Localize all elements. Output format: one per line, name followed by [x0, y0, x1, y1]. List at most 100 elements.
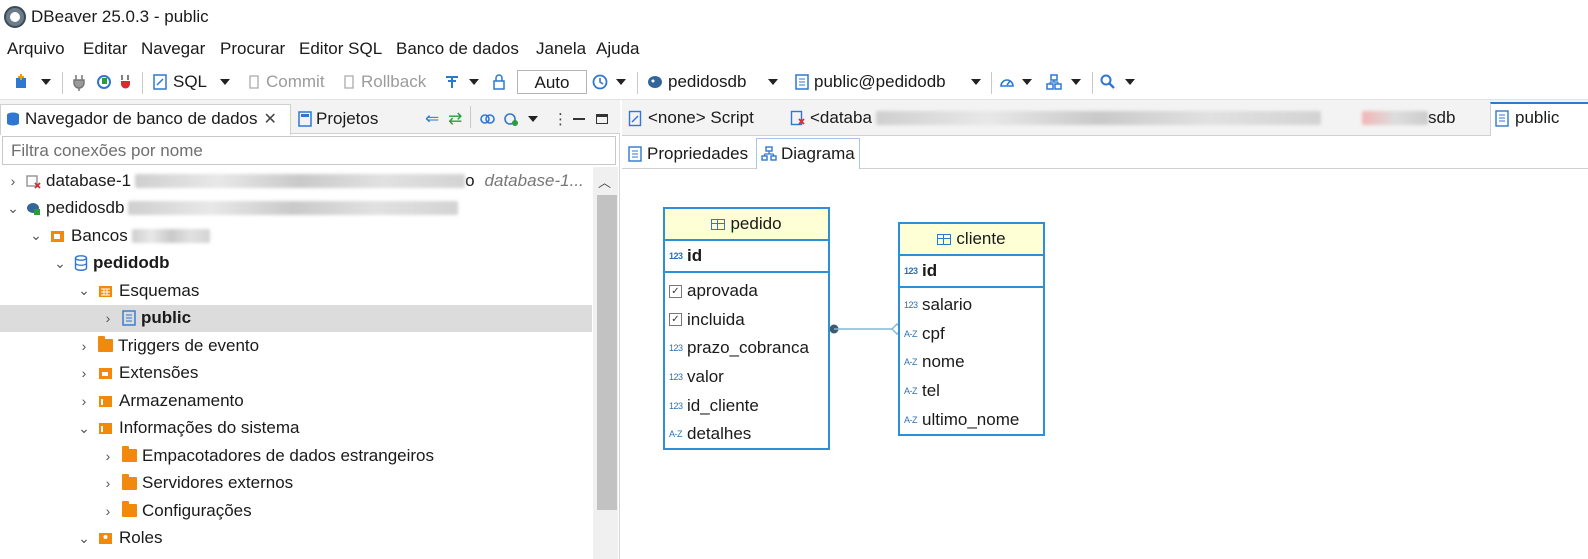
commit-button[interactable]: Commit — [246, 71, 325, 93]
scroll-up-icon[interactable]: ︿ — [598, 172, 611, 191]
entity-primary-key[interactable]: 123 id — [900, 256, 1043, 288]
collapse-all-button[interactable]: ⇐ — [425, 106, 439, 132]
chevron-down-icon[interactable]: ⌄ — [76, 282, 92, 299]
transaction-icon — [446, 76, 458, 88]
er-diagram-button[interactable] — [1045, 71, 1063, 93]
view-menu-dropdown[interactable] — [528, 106, 538, 132]
menu-procurar[interactable]: Procurar — [220, 39, 285, 59]
menu-arquivo[interactable]: Arquivo — [7, 39, 65, 59]
tab-navegador[interactable]: Navegador de banco de dados ✕ — [5, 106, 277, 132]
tree-node-empacotadores[interactable]: › Empacotadores de dados estrangeiros — [0, 442, 592, 469]
chevron-down-icon[interactable]: ⌄ — [52, 255, 68, 272]
er-dropdown[interactable] — [1071, 71, 1081, 93]
tree-node-extensoes[interactable]: › Extensões — [0, 360, 592, 387]
entity-primary-key[interactable]: 123 id — [665, 241, 828, 273]
maximize-button[interactable] — [596, 106, 608, 132]
filter-config-button[interactable] — [502, 106, 520, 132]
tab-diagrama[interactable]: Diagrama — [756, 138, 860, 169]
chevron-right-icon[interactable]: › — [100, 503, 116, 519]
new-connection-button[interactable] — [12, 71, 32, 93]
history-button[interactable] — [591, 71, 609, 93]
sql-editor-button[interactable]: SQL — [152, 71, 207, 93]
menu-editor-sql[interactable]: Editor SQL — [299, 39, 382, 59]
schema-selector[interactable]: public@pedidodb — [794, 71, 946, 93]
tree-node-servidores-externos[interactable]: › Servidores externos — [0, 470, 592, 497]
entity-column[interactable]: A-Z nome — [900, 348, 1043, 377]
chevron-down-icon[interactable]: ⌄ — [28, 227, 44, 244]
chevron-right-icon[interactable]: › — [76, 365, 92, 381]
chevron-down-icon[interactable]: ⌄ — [5, 200, 21, 217]
menu-bar: Arquivo Editar Navegar Procurar Editor S… — [0, 36, 1588, 64]
menu-ajuda[interactable]: Ajuda — [596, 39, 639, 59]
entity-column[interactable]: 123 prazo_cobranca — [665, 334, 828, 363]
entity-pedido[interactable]: pedido 123 id ✓ aprovada ✓ incluida 123 … — [663, 207, 830, 450]
search-button[interactable] — [1100, 71, 1116, 93]
tree-node-triggers-de-evento[interactable]: › Triggers de evento — [0, 332, 592, 359]
relationship-connector[interactable] — [828, 320, 902, 340]
chevron-right-icon[interactable]: › — [100, 448, 116, 464]
transaction-log-button[interactable] — [443, 71, 461, 93]
tab-pedidosdb[interactable]: sdb — [1358, 108, 1455, 128]
chevron-right-icon[interactable]: › — [76, 393, 92, 409]
chevron-right-icon[interactable]: › — [100, 475, 116, 491]
transaction-dropdown[interactable] — [469, 71, 479, 93]
tree-node-bancos[interactable]: ⌄ Bancos — [0, 222, 592, 249]
search-dropdown[interactable] — [1125, 71, 1135, 93]
tab-database-script[interactable]: <databa — [790, 108, 1321, 128]
connection-filter-input[interactable]: Filtra conexões por nome — [2, 136, 616, 165]
tree-node-informacoes-do-sistema[interactable]: ⌄ Informações do sistema — [0, 415, 592, 442]
entity-column[interactable]: 123 id_cliente — [665, 391, 828, 420]
schema-dropdown[interactable] — [971, 71, 981, 93]
menu-janela[interactable]: Janela — [536, 39, 586, 59]
dashboard-button[interactable] — [998, 71, 1016, 93]
connect-button[interactable] — [72, 71, 88, 93]
entity-column[interactable]: ✓ incluida — [665, 306, 828, 335]
tree-node-armazenamento[interactable]: › Armazenamento — [0, 387, 592, 414]
lock-button[interactable] — [491, 71, 507, 93]
entity-column[interactable]: A-Z cpf — [900, 320, 1043, 349]
chevron-right-icon[interactable]: › — [5, 173, 21, 189]
datasource-dropdown[interactable] — [768, 71, 778, 93]
tab-propriedades[interactable]: Propriedades — [624, 140, 752, 168]
menu-banco-de-dados[interactable]: Banco de dados — [396, 39, 519, 59]
new-connection-dropdown[interactable] — [41, 71, 51, 93]
tree-node-database-1[interactable]: › database-1 o database-1... — [0, 167, 592, 194]
close-icon[interactable]: ✕ — [264, 109, 277, 129]
tree-node-pedidosdb[interactable]: ⌄ pedidosdb — [0, 195, 592, 222]
tab-public[interactable]: public — [1495, 108, 1559, 128]
tree-node-pedidodb[interactable]: ⌄ pedidodb — [0, 250, 592, 277]
tree-node-esquemas[interactable]: ⌄ Esquemas — [0, 277, 592, 304]
minimize-button[interactable] — [573, 106, 585, 132]
datasource-selector[interactable]: pedidosdb — [646, 71, 746, 93]
tab-projetos[interactable]: Projetos — [298, 106, 378, 132]
rollback-button[interactable]: Rollback — [341, 71, 426, 93]
link-editor-button[interactable]: ⇄ — [448, 106, 462, 132]
reconnect-button[interactable] — [95, 71, 113, 93]
sql-dropdown[interactable] — [220, 71, 230, 93]
tree-node-configuracoes[interactable]: › Configurações — [0, 497, 592, 524]
tree-node-public[interactable]: › public — [0, 304, 592, 332]
chevron-down-icon[interactable]: ⌄ — [76, 530, 92, 547]
transaction-mode-select[interactable]: Auto — [517, 70, 587, 94]
tab-none-script[interactable]: <none> Script — [628, 108, 754, 128]
chevron-right-icon[interactable]: › — [76, 338, 92, 354]
menu-editar[interactable]: Editar — [83, 39, 127, 59]
entity-column[interactable]: A-Z tel — [900, 377, 1043, 406]
entity-column[interactable]: ✓ aprovada — [665, 277, 828, 306]
navigator-tree: › database-1 o database-1... ⌄ pedidosdb… — [0, 167, 592, 559]
entity-column[interactable]: 123 valor — [665, 363, 828, 392]
tree-scroll-thumb[interactable] — [597, 195, 617, 510]
dashboard-dropdown[interactable] — [1022, 71, 1032, 93]
more-options-button[interactable]: ⋮ — [553, 106, 568, 132]
entity-column[interactable]: A-Z detalhes — [665, 420, 828, 449]
menu-navegar[interactable]: Navegar — [141, 39, 205, 59]
chevron-down-icon[interactable]: ⌄ — [76, 420, 92, 437]
entity-column[interactable]: A-Z ultimo_nome — [900, 405, 1043, 434]
tree-node-roles[interactable]: ⌄ Roles — [0, 525, 592, 552]
link-button[interactable] — [478, 106, 496, 132]
entity-column[interactable]: 123 salario — [900, 291, 1043, 320]
disconnect-button[interactable] — [118, 71, 134, 93]
history-dropdown[interactable] — [616, 71, 626, 93]
chevron-right-icon[interactable]: › — [100, 310, 116, 326]
entity-cliente[interactable]: cliente 123 id 123 salario A-Z cpf A-Z n… — [898, 222, 1045, 436]
